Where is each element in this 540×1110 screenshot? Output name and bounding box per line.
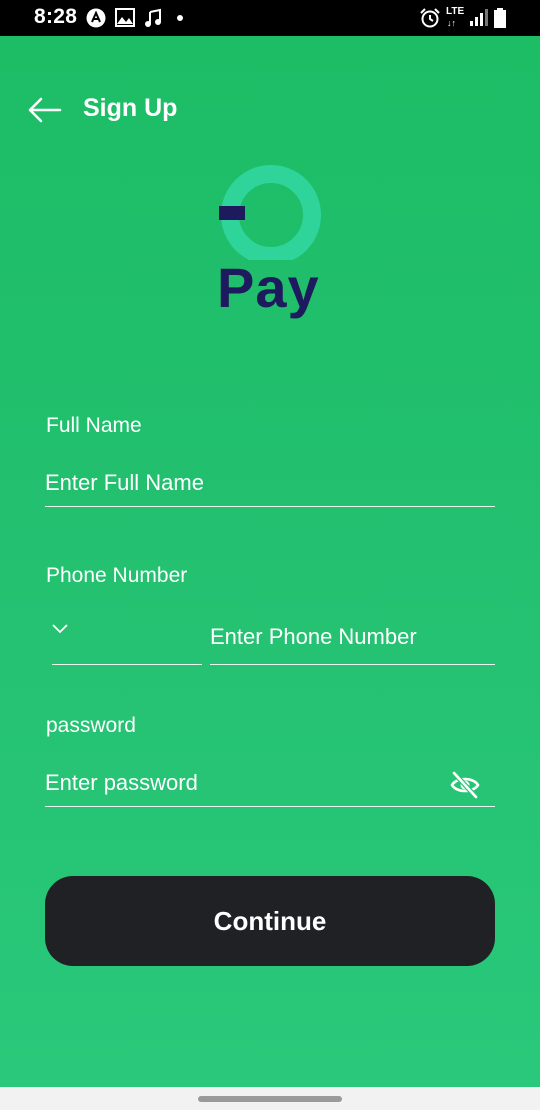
status-time: 8:28	[34, 5, 78, 28]
alarm-icon	[420, 8, 440, 28]
password-label: password	[46, 714, 136, 737]
navigation-bar	[0, 1087, 540, 1110]
home-gesture-pill[interactable]	[198, 1096, 342, 1102]
signup-screen: Sign Up Pay Full Name Phone Number passw…	[0, 36, 540, 1087]
music-icon	[145, 8, 161, 27]
logo-ring-icon	[219, 165, 321, 260]
password-field	[45, 760, 495, 807]
phone-number-label: Phone Number	[46, 564, 188, 587]
logo-text: Pay	[217, 256, 320, 319]
password-input[interactable]	[45, 760, 435, 806]
signal-icon	[470, 9, 488, 26]
full-name-label: Full Name	[46, 414, 142, 437]
arrow-left-icon[interactable]	[28, 96, 62, 124]
gallery-icon	[115, 8, 135, 27]
phone-number-input[interactable]	[210, 610, 495, 664]
notification-dot-icon	[177, 15, 183, 21]
continue-button[interactable]: Continue	[45, 876, 495, 966]
phone-number-field	[210, 610, 495, 665]
chevron-down-icon	[52, 624, 68, 634]
accessibility-icon	[86, 8, 106, 28]
full-name-input[interactable]	[45, 460, 495, 506]
country-code-select[interactable]	[52, 610, 202, 665]
network-label: LTE	[446, 6, 465, 17]
eye-off-icon[interactable]	[449, 771, 481, 799]
battery-icon	[494, 8, 506, 28]
full-name-field	[45, 460, 495, 507]
page-title: Sign Up	[83, 94, 178, 122]
lte-icon: LTE ↓↑	[446, 6, 465, 28]
status-bar: 8:28 LTE ↓↑	[0, 0, 540, 36]
app-logo: Pay	[215, 164, 325, 328]
